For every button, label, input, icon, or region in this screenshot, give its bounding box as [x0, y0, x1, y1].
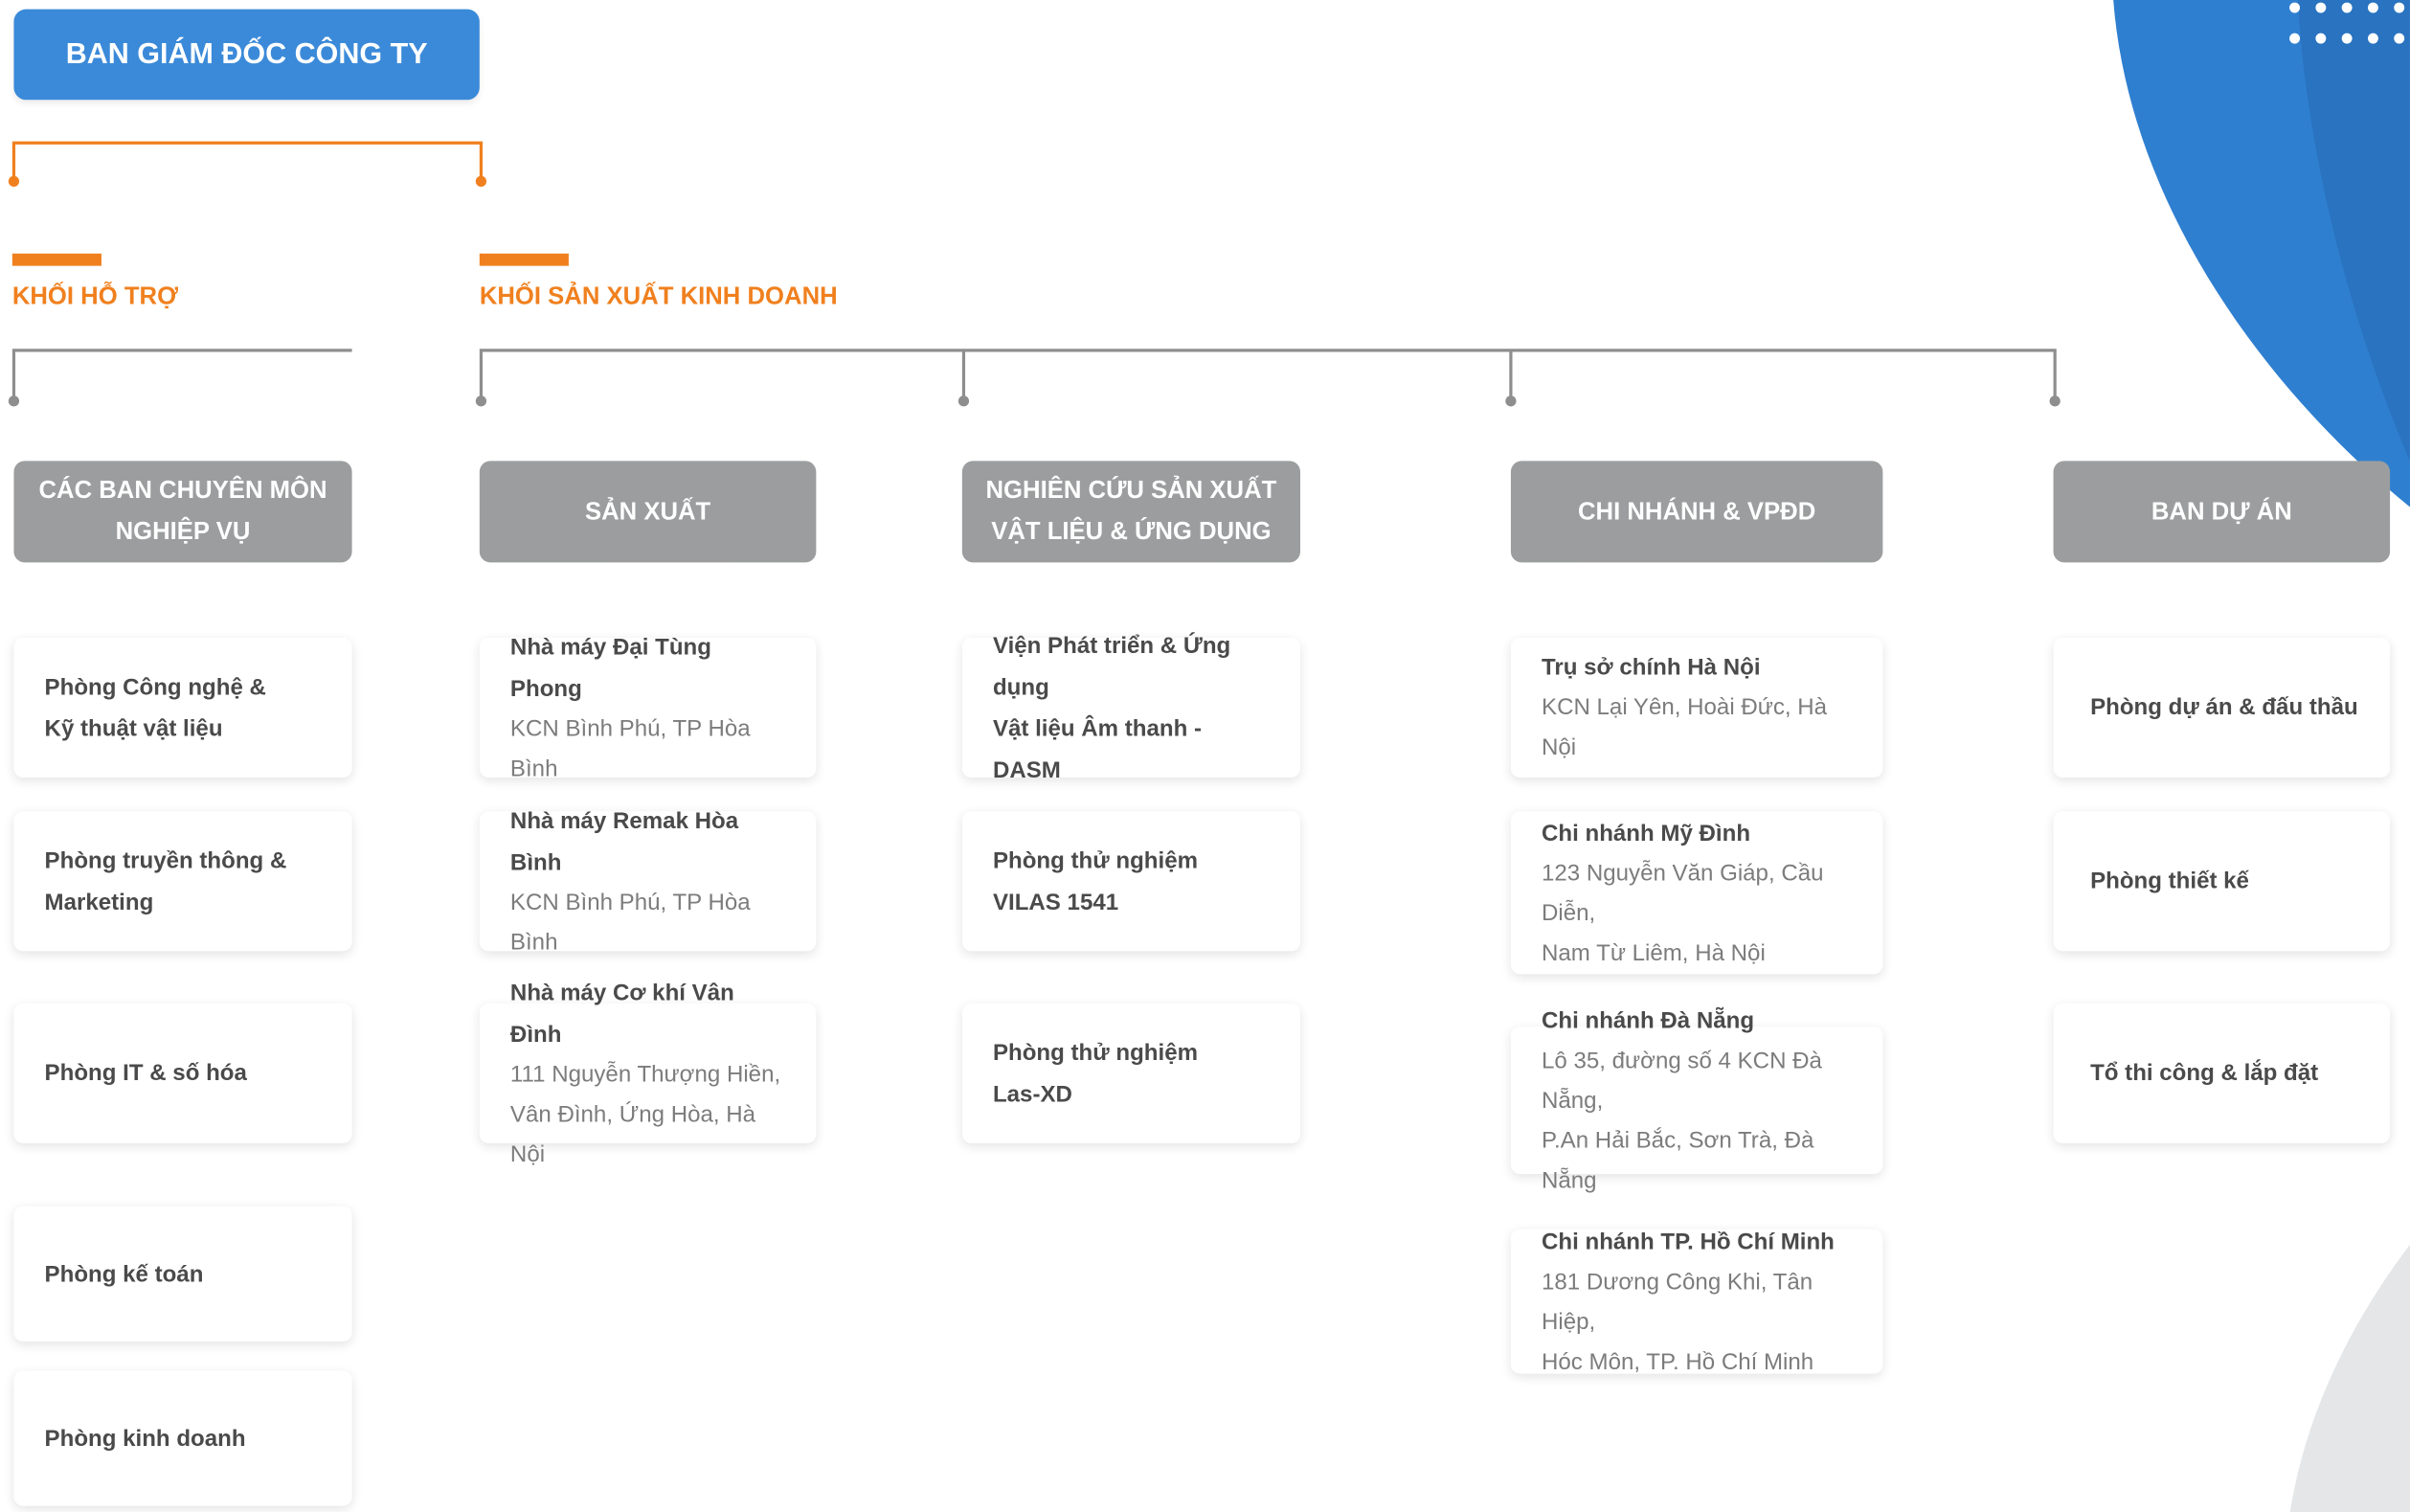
card-construction-installation: Tổ thi công & lắp đặt: [2053, 1003, 2391, 1143]
card-title: Phòng thiết kế: [2090, 868, 2249, 894]
card-address: Hóc Môn, TP. Hồ Chí Minh: [1542, 1348, 1814, 1375]
card-title: Chi nhánh TP. Hồ Chí Minh: [1542, 1228, 1835, 1255]
card-address: KCN Bình Phú, TP Hòa Bình: [509, 889, 751, 956]
card-title: Phòng dự án & đấu thầu: [2090, 694, 2358, 721]
card-lab-vilas: Phòng thử nghiệm VILAS 1541: [961, 811, 1300, 952]
card-title: Nhà máy Đại Tùng Phong: [509, 633, 711, 702]
card-project-bidding: Phòng dự án & đấu thầu: [2053, 637, 2391, 778]
card-address: KCN Lại Yên, Hoài Đức, Hà Nội: [1542, 694, 1828, 761]
top-orange-connector: [11, 141, 484, 182]
column-header-line: VẬT LIỆU & ỨNG DỤNG: [991, 519, 1272, 546]
card-hanoi-headquarters: Trụ sở chính Hà Nội KCN Lại Yên, Hoài Đứ…: [1510, 637, 1883, 778]
card-title: Trụ sở chính Hà Nội: [1542, 654, 1761, 681]
card-title: Phòng thử nghiệm: [992, 846, 1199, 874]
card-accounting: Phòng kế toán: [13, 1206, 352, 1342]
card-title: Chi nhánh Mỹ Đình: [1542, 820, 1751, 846]
card-title: Kỹ thuật vật liệu: [44, 714, 223, 742]
card-address: 123 Nguyễn Văn Giáp, Cầu Diễn,: [1542, 859, 1824, 926]
column-header-line: CHI NHÁNH & VPĐD: [1577, 498, 1816, 526]
card-tech-materials: Phòng Công nghệ & Kỹ thuật vật liệu: [13, 637, 352, 778]
support-accent-bar: [11, 253, 101, 266]
card-factory-remak: Nhà máy Remak Hòa Bình KCN Bình Phú, TP …: [479, 807, 817, 955]
board-of-directors-box: BAN GIÁM ĐỐC CÔNG TY: [13, 9, 480, 101]
column-header-line: BAN DỰ ÁN: [2151, 498, 2292, 526]
card-it: Phòng IT & số hóa: [13, 1003, 352, 1143]
column-header-departments: CÁC BAN CHUYÊN MÔN NGHIỆP VỤ: [13, 461, 352, 563]
card-design: Phòng thiết kế: [2053, 811, 2391, 952]
card-address: KCN Bình Phú, TP Hòa Bình: [509, 714, 751, 781]
column-header-branches: CHI NHÁNH & VPĐD: [1510, 461, 1883, 563]
card-marketing: Phòng truyền thông & Marketing: [13, 811, 352, 952]
card-title: Nhà máy Remak Hòa Bình: [509, 807, 739, 875]
column-header-research: NGHIÊN CỨU SẢN XUẤT VẬT LIỆU & ỨNG DỤNG: [961, 461, 1300, 563]
card-title: Chi nhánh Đà Nẵng: [1542, 1006, 1755, 1034]
card-title: Phòng truyền thông &: [44, 846, 287, 874]
card-factory-van-dinh: Nhà máy Cơ khí Vân Đình 111 Nguyễn Thượn…: [479, 980, 817, 1167]
card-title: Viện Phát triển & Ứng dụng: [992, 632, 1231, 700]
card-address: 111 Nguyễn Thượng Hiền,: [509, 1061, 781, 1088]
card-sales: Phòng kinh doanh: [13, 1370, 352, 1506]
card-branch-ho-chi-minh: Chi nhánh TP. Hồ Chí Minh 181 Dương Công…: [1510, 1229, 1883, 1374]
board-of-directors-label: BAN GIÁM ĐỐC CÔNG TY: [65, 37, 428, 71]
card-title: Nhà máy Cơ khí Vân Đình: [509, 979, 734, 1048]
card-title: Phòng kinh doanh: [44, 1425, 246, 1452]
column-header-line: NGHIỆP VỤ: [115, 519, 251, 546]
card-title: Phòng IT & số hóa: [44, 1060, 247, 1087]
card-address: 181 Dương Công Khi, Tân Hiệp,: [1542, 1268, 1813, 1335]
card-address: Lô 35, đường số 4 KCN Đà Nẵng,: [1542, 1047, 1822, 1114]
card-title: Vật liệu Âm thanh - DASM: [992, 714, 1203, 783]
column-header-line: CÁC BAN CHUYÊN MÔN: [38, 478, 327, 505]
card-title: Phòng thử nghiệm: [992, 1039, 1199, 1066]
card-factory-dai-tung-phong: Nhà máy Đại Tùng Phong KCN Bình Phú, TP …: [479, 634, 817, 781]
card-address: Nam Từ Liêm, Hà Nội: [1542, 939, 1766, 966]
card-dasm-institute: Viện Phát triển & Ứng dụng Vật liệu Âm t…: [961, 632, 1300, 783]
card-branch-my-dinh: Chi nhánh Mỹ Đình 123 Nguyễn Văn Giáp, C…: [1510, 811, 1883, 975]
card-address: P.An Hải Bắc, Sơn Trà, Đà Nẵng: [1542, 1127, 1814, 1194]
card-address: Vân Đình, Ứng Hòa, Hà Nội: [509, 1100, 756, 1167]
card-title: Las-XD: [992, 1080, 1072, 1108]
support-group-label: KHỐI HỖ TRỢ: [11, 283, 179, 311]
card-title: VILAS 1541: [992, 889, 1119, 915]
business-connector: [479, 349, 2057, 401]
card-title: Marketing: [44, 889, 154, 915]
column-header-production: SẢN XUẤT: [479, 461, 817, 563]
card-lab-las-xd: Phòng thử nghiệm Las-XD: [961, 1003, 1300, 1143]
column-header-projects: BAN DỰ ÁN: [2053, 461, 2391, 563]
column-header-line: NGHIÊN CỨU SẢN XUẤT: [985, 478, 1277, 505]
org-chart: BAN GIÁM ĐỐC CÔNG TY KHỐI HỖ TRỢ KHỐI SẢ…: [0, 0, 2410, 1512]
column-header-line: SẢN XUẤT: [584, 498, 711, 526]
card-title: Tổ thi công & lắp đặt: [2090, 1060, 2319, 1087]
connector-dots: [8, 175, 2061, 407]
card-branch-da-nang: Chi nhánh Đà Nẵng Lô 35, đường số 4 KCN …: [1510, 1007, 1883, 1193]
business-accent-bar: [479, 253, 569, 266]
card-title: Phòng Công nghệ &: [44, 673, 266, 700]
business-group-label: KHỐI SẢN XUẤT KINH DOANH: [479, 283, 838, 311]
card-title: Phòng kế toán: [44, 1260, 204, 1287]
support-connector: [11, 349, 352, 401]
